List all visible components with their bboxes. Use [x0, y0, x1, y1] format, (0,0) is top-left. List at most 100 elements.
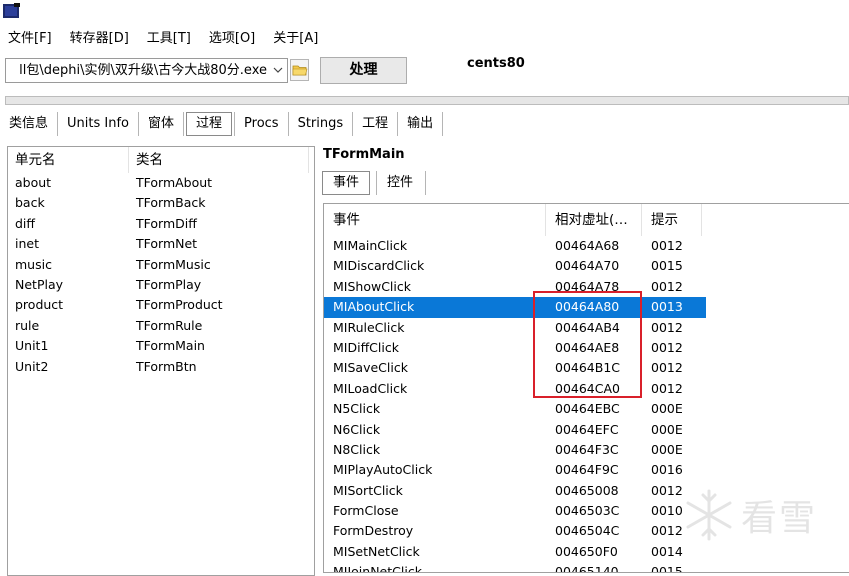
- class-name-cell: TFormAbout: [136, 175, 213, 190]
- address-cell: 0046503C: [555, 503, 620, 519]
- events-list-header: 事件 相对虚址(… 提示: [324, 204, 849, 236]
- hint-cell: 0016: [651, 462, 683, 478]
- class-name-cell: TFormProduct: [136, 297, 223, 313]
- event-row[interactable]: MIShowClick 00464A78 0012: [324, 277, 849, 297]
- address-cell: 00464EFC: [555, 421, 619, 437]
- event-name-cell: FormClose: [333, 503, 399, 519]
- unit-name-cell: back: [15, 195, 45, 211]
- unit-row[interactable]: Unit2 TFormBtn: [8, 357, 314, 377]
- tab-project[interactable]: 工程: [353, 112, 397, 136]
- chevron-down-icon[interactable]: [268, 59, 287, 82]
- tab-output[interactable]: 输出: [398, 112, 442, 136]
- event-row[interactable]: N8Click 00464F3C 000E: [324, 440, 849, 460]
- main-tabs: 类信息 Units Info 窗体 过程 Procs Strings 工程 输出: [0, 111, 444, 137]
- tab-divider: [442, 112, 444, 136]
- tab-strings[interactable]: Strings: [289, 112, 353, 136]
- folder-icon: [292, 65, 308, 76]
- hint-cell: 0012: [651, 339, 683, 355]
- address-cell: 00464A68: [555, 238, 620, 253]
- class-name-cell: TFormBtn: [136, 358, 197, 374]
- unit-row[interactable]: product TFormProduct: [8, 295, 314, 315]
- unit-row[interactable]: about TFormAbout: [8, 173, 314, 193]
- address-cell: 00464A80: [546, 297, 642, 318]
- column-hint[interactable]: 提示: [642, 204, 702, 236]
- event-row[interactable]: MILoadClick 00464CA0 0012: [324, 379, 849, 399]
- file-path-combo[interactable]: ll包\dephi\实例\双升级\古今大战80分.exe: [5, 58, 288, 83]
- hint-cell: 0012: [651, 360, 683, 376]
- address-cell: 00464F9C: [555, 462, 619, 478]
- event-row[interactable]: N5Click 00464EBC 000E: [324, 399, 849, 419]
- column-event[interactable]: 事件: [324, 204, 546, 236]
- event-row[interactable]: MISaveClick 00464B1C 0012: [324, 358, 849, 378]
- unit-row[interactable]: rule TFormRule: [8, 316, 314, 336]
- unit-name-cell: Unit1: [15, 338, 49, 354]
- menu-options[interactable]: 选项[O]: [200, 28, 264, 50]
- column-relative-address[interactable]: 相对虚址(…: [546, 204, 642, 236]
- hint-cell: 0012: [651, 380, 683, 396]
- units-list-body: about TFormAbout back TFormBack diff TFormDif…: [8, 173, 314, 377]
- address-cell: 00464A78: [555, 278, 620, 294]
- class-name-cell: TFormMusic: [136, 256, 211, 272]
- tab-events[interactable]: 事件: [322, 171, 371, 195]
- unit-row[interactable]: NetPlay TFormPlay: [8, 275, 314, 295]
- address-cell: 00464CA0: [555, 380, 620, 396]
- unit-row[interactable]: diff TFormDiff: [8, 214, 314, 234]
- tab-controls[interactable]: 控件: [377, 172, 423, 194]
- hint-cell: 0013: [642, 297, 702, 318]
- address-cell: 00464F3C: [555, 441, 619, 457]
- unit-name-cell: product: [15, 297, 64, 313]
- unit-name-cell: music: [15, 256, 52, 272]
- event-row[interactable]: MIPlayAutoClick 00464F9C 0016: [324, 460, 849, 480]
- unit-row[interactable]: inet TFormNet: [8, 234, 314, 254]
- compiler-label: cents80: [467, 56, 525, 71]
- address-cell: 00465008: [555, 482, 619, 498]
- app-icon: [2, 2, 22, 20]
- event-name-cell: MIAboutClick: [324, 297, 546, 318]
- hint-cell: 000E: [651, 421, 683, 437]
- unit-row[interactable]: back TFormBack: [8, 193, 314, 213]
- tab-procs[interactable]: Procs: [235, 112, 288, 136]
- event-row[interactable]: MIRuleClick 00464AB4 0012: [324, 318, 849, 338]
- event-name-cell: MIMainClick: [333, 238, 408, 253]
- class-name-cell: TFormBack: [136, 195, 206, 211]
- column-class-name[interactable]: 类名: [129, 147, 309, 173]
- tab-divider: [183, 112, 185, 136]
- event-row[interactable]: N6Click 00464EFC 000E: [324, 420, 849, 440]
- event-name-cell: MIPlayAutoClick: [333, 462, 433, 478]
- tab-units-info[interactable]: Units Info: [58, 112, 138, 136]
- form-subtabs: 事件 控件: [322, 170, 427, 196]
- menu-about[interactable]: 关于[A]: [264, 28, 327, 50]
- tab-class-info[interactable]: 类信息: [0, 112, 57, 136]
- event-name-cell: MISaveClick: [333, 360, 408, 376]
- unit-name-cell: inet: [15, 236, 39, 252]
- unit-name-cell: NetPlay: [15, 276, 64, 292]
- tab-procedures[interactable]: 过程: [186, 112, 233, 136]
- column-unit-name[interactable]: 单元名: [8, 147, 129, 173]
- event-row[interactable]: MIDiffClick 00464AE8 0012: [324, 338, 849, 358]
- menu-dumper[interactable]: 转存器[D]: [61, 28, 138, 50]
- class-name-cell: TFormDiff: [136, 215, 197, 231]
- class-name-cell: TFormNet: [136, 236, 198, 252]
- address-cell: 00464A70: [555, 258, 620, 274]
- form-title: TFormMain: [323, 147, 405, 162]
- unit-row[interactable]: music TFormMusic: [8, 255, 314, 275]
- tab-forms[interactable]: 窗体: [139, 112, 183, 136]
- event-row[interactable]: MIAboutClick 00464A80 0013: [324, 297, 706, 318]
- process-button[interactable]: 处理: [320, 57, 407, 84]
- open-folder-button[interactable]: [290, 59, 309, 81]
- menu-tools[interactable]: 工具[T]: [138, 28, 200, 50]
- address-cell: 00464AB4: [555, 319, 620, 335]
- menu-file[interactable]: 文件[F]: [0, 28, 61, 50]
- event-row[interactable]: MIMainClick 00464A68 0012: [324, 236, 849, 256]
- watermark: 看雪: [681, 485, 841, 545]
- event-name-cell: MISetNetClick: [333, 543, 420, 559]
- event-name-cell: FormDestroy: [333, 523, 414, 539]
- toolbar: ll包\dephi\实例\双升级\古今大战80分.exe 处理: [0, 56, 849, 86]
- hint-cell: 000E: [651, 441, 683, 457]
- units-list-header: 单元名 类名: [8, 147, 314, 173]
- watermark-text: 看雪: [741, 498, 818, 539]
- units-list[interactable]: 单元名 类名 about TFormAbout back TFormBack diff T…: [7, 146, 315, 576]
- event-row[interactable]: MIDiscardClick 00464A70 0015: [324, 256, 849, 276]
- unit-name-cell: Unit2: [15, 358, 49, 374]
- unit-row[interactable]: Unit1 TFormMain: [8, 336, 314, 356]
